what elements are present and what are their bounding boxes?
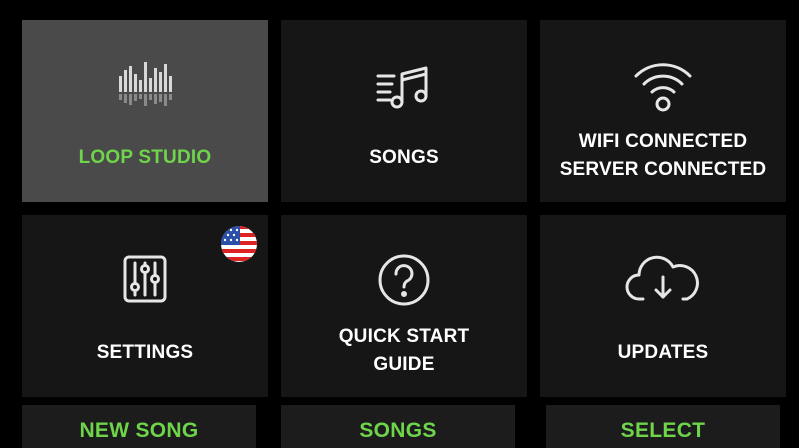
tile-label: WIFI CONNECTED SERVER CONNECTED — [559, 131, 767, 180]
softkey-bar: NEW SONG SONGS SELECT — [0, 405, 799, 448]
tile-wifi-status[interactable]: WIFI CONNECTED SERVER CONNECTED — [540, 20, 786, 202]
us-flag-icon — [220, 225, 258, 263]
waveform-icon — [22, 60, 268, 116]
songs-softkey[interactable]: SONGS — [281, 405, 515, 448]
tile-settings[interactable]: SETTINGS — [22, 215, 268, 397]
tile-label: SETTINGS — [96, 342, 194, 363]
music-list-icon — [281, 64, 527, 112]
tile-quick-start-guide[interactable]: QUICK START GUIDE — [281, 215, 527, 397]
tile-updates[interactable]: UPDATES — [540, 215, 786, 397]
tile-label: QUICK START GUIDE — [338, 326, 470, 375]
wifi-icon — [540, 54, 786, 114]
tile-label: LOOP STUDIO — [78, 147, 212, 168]
tile-label: SONGS — [369, 147, 439, 168]
tile-songs[interactable]: SONGS — [281, 20, 527, 202]
select-softkey[interactable]: SELECT — [546, 405, 780, 448]
tile-loop-studio[interactable]: LOOP STUDIO — [22, 20, 268, 202]
tile-label: UPDATES — [617, 342, 709, 363]
cloud-download-icon — [540, 255, 786, 307]
new-song-softkey[interactable]: NEW SONG — [22, 405, 256, 448]
help-circle-icon — [281, 253, 527, 307]
